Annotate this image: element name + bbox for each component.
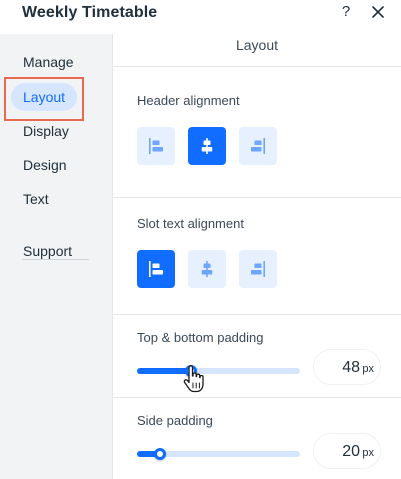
side-padding-label: Side padding <box>137 413 213 428</box>
top-bottom-padding-label: Top & bottom padding <box>137 330 264 345</box>
align-left-icon <box>149 261 163 277</box>
align-left-icon <box>149 138 163 154</box>
section-divider <box>113 397 401 398</box>
padding-value: 20 <box>342 443 360 460</box>
padding-value: 48 <box>342 359 360 376</box>
main-panel: Layout Header alignment Slot text alignm… <box>113 34 401 479</box>
header-align-left-button[interactable] <box>137 127 175 165</box>
header-alignment-label: Header alignment <box>137 93 240 108</box>
panel-title: Weekly Timetable <box>22 4 158 21</box>
slider-thumb[interactable] <box>184 365 197 377</box>
padding-unit: px <box>362 363 374 375</box>
title-bar: Weekly Timetable ? <box>0 0 401 34</box>
align-center-icon <box>201 261 213 277</box>
padding-unit: px <box>362 447 374 459</box>
top-bottom-padding-slider[interactable] <box>137 365 300 377</box>
help-button[interactable]: ? <box>336 2 356 22</box>
slot-align-left-button[interactable] <box>137 250 175 288</box>
slot-align-right-button[interactable] <box>239 250 277 288</box>
slot-text-alignment-label: Slot text alignment <box>137 216 244 231</box>
section-divider <box>113 197 401 198</box>
header-align-center-button[interactable] <box>188 127 226 165</box>
close-icon[interactable] <box>368 2 388 22</box>
side-padding-slider[interactable] <box>137 448 300 460</box>
align-right-icon <box>251 138 265 154</box>
main-header: Layout <box>113 34 401 67</box>
sidebar-item-display[interactable]: Display <box>11 117 81 145</box>
top-bottom-padding-input[interactable]: 48 px <box>313 349 381 385</box>
side-padding-input[interactable]: 20 px <box>313 433 381 469</box>
align-center-icon <box>201 138 213 154</box>
sidebar-item-design[interactable]: Design <box>11 151 79 179</box>
sidebar-item-manage[interactable]: Manage <box>11 48 86 76</box>
sidebar-item-support[interactable]: Support <box>11 237 84 265</box>
section-divider <box>113 314 401 315</box>
sidebar-item-text[interactable]: Text <box>11 185 61 213</box>
highlight-box <box>4 77 84 121</box>
header-align-right-button[interactable] <box>239 127 277 165</box>
slider-thumb[interactable] <box>153 448 166 460</box>
align-right-icon <box>251 261 265 277</box>
slider-fill <box>137 368 191 374</box>
slot-align-center-button[interactable] <box>188 250 226 288</box>
main-header-title: Layout <box>235 37 279 53</box>
